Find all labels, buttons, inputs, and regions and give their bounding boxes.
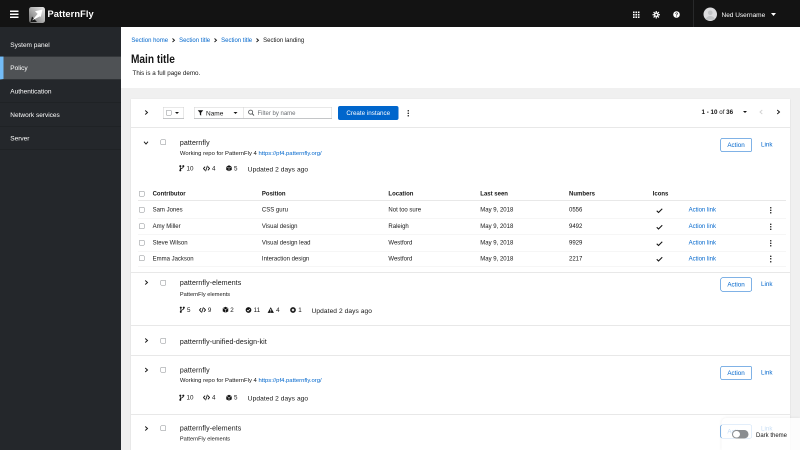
svg-text:?: ? xyxy=(675,12,678,18)
